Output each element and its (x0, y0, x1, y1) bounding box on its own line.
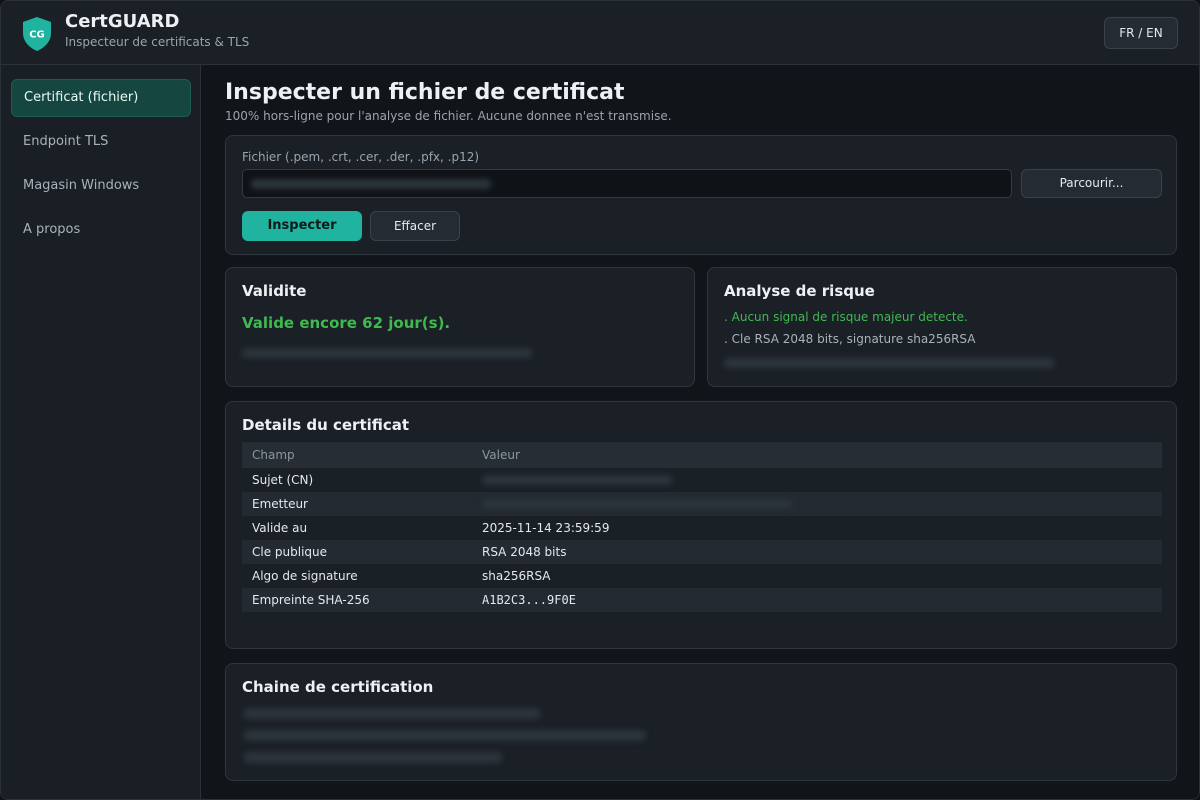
sidebar-item-certificate-file[interactable]: Certificat (fichier) (11, 79, 191, 117)
risk-info-line: . Cle RSA 2048 bits, signature sha256RSA (724, 332, 976, 346)
row-field: Valide au (252, 521, 308, 535)
page-title: Inspecter un fichier de certificat (225, 80, 625, 105)
redacted-subject-value (482, 475, 672, 485)
redacted-validity-dates (242, 348, 532, 358)
app-window: CG CertGUARD Inspecteur de certificats &… (0, 0, 1200, 800)
redacted-chain-item (244, 708, 540, 719)
validity-title: Validite (242, 282, 307, 300)
row-field: Algo de signature (252, 569, 358, 583)
column-header-field: Champ (252, 448, 295, 462)
app-header: CG CertGUARD Inspecteur de certificats &… (1, 1, 1199, 65)
certificate-details-card: Details du certificat Champ Valeur Sujet… (225, 401, 1177, 649)
file-path-input[interactable] (242, 169, 1012, 198)
chain-title: Chaine de certification (242, 678, 434, 696)
details-title: Details du certificat (242, 416, 410, 434)
row-value: 2025-11-14 23:59:59 (482, 521, 610, 535)
language-toggle-button[interactable]: FR / EN (1104, 17, 1178, 49)
row-value: sha256RSA (482, 569, 551, 583)
certificate-chain-card: Chaine de certification (225, 663, 1177, 781)
risk-ok-line: . Aucun signal de risque majeur detecte. (724, 310, 968, 324)
redacted-chain-item (244, 730, 646, 741)
sidebar-item-windows-store[interactable]: Magasin Windows (11, 167, 191, 205)
row-field: Sujet (CN) (252, 473, 314, 487)
table-row: Emetteur (242, 492, 1162, 516)
table-row: Valide au 2025-11-14 23:59:59 (242, 516, 1162, 540)
clear-button[interactable]: Effacer (370, 211, 460, 241)
risk-analysis-card: Analyse de risque . Aucun signal de risq… (707, 267, 1177, 387)
sidebar: Certificat (fichier) Endpoint TLS Magasi… (1, 65, 201, 799)
sidebar-item-tls-endpoint[interactable]: Endpoint TLS (11, 123, 191, 161)
file-input-card: Fichier (.pem, .crt, .cer, .der, .pfx, .… (225, 135, 1177, 255)
redacted-issuer-value (482, 499, 792, 509)
column-header-value: Valeur (482, 448, 520, 462)
details-table: Champ Valeur Sujet (CN) Emetteur Valide … (242, 442, 1162, 612)
sidebar-item-about[interactable]: A propos (11, 211, 191, 249)
table-row: Empreinte SHA-256 A1B2C3...9F0E (242, 588, 1162, 612)
app-title: CertGUARD (65, 11, 180, 32)
row-field: Empreinte SHA-256 (252, 593, 370, 607)
table-row: Sujet (CN) (242, 468, 1162, 492)
row-value-fingerprint: A1B2C3...9F0E (482, 593, 576, 607)
table-row: Algo de signature sha256RSA (242, 564, 1162, 588)
table-row: Cle publique RSA 2048 bits (242, 540, 1162, 564)
validity-status: Valide encore 62 jour(s). (242, 314, 451, 332)
table-header-row: Champ Valeur (242, 442, 1162, 468)
app-subtitle: Inspecteur de certificats & TLS (65, 35, 250, 49)
inspect-button[interactable]: Inspecter (242, 211, 362, 241)
redacted-risk-line (724, 358, 1054, 368)
main-content: Inspecter un fichier de certificat 100% … (201, 65, 1199, 799)
redacted-chain-item (244, 752, 502, 763)
validity-card: Validite Valide encore 62 jour(s). (225, 267, 695, 387)
browse-button[interactable]: Parcourir... (1021, 169, 1162, 198)
shield-logo-icon: CG (23, 17, 51, 51)
row-field: Cle publique (252, 545, 328, 559)
row-value: RSA 2048 bits (482, 545, 567, 559)
redacted-file-path (251, 179, 491, 189)
row-field: Emetteur (252, 497, 308, 511)
file-field-label: Fichier (.pem, .crt, .cer, .der, .pfx, .… (242, 150, 480, 164)
logo-text: CG (29, 30, 45, 41)
risk-title: Analyse de risque (724, 282, 875, 300)
page-subtitle: 100% hors-ligne pour l'analyse de fichie… (225, 109, 672, 123)
